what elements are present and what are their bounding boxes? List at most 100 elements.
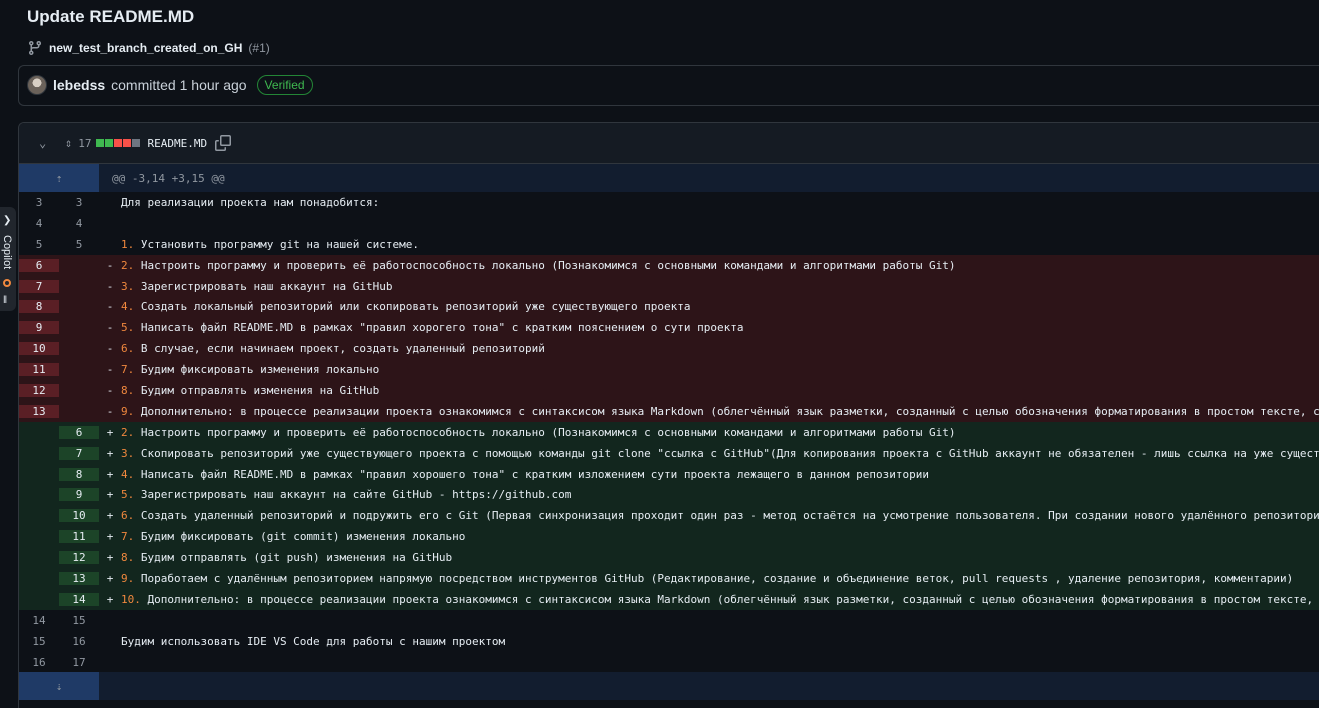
- diffstat: [96, 139, 141, 147]
- diff-line[interactable]: 7 -3. Зарегистрировать наш аккаунт на Git…: [19, 275, 1319, 297]
- diff-line[interactable]: 12 +8. Будим отправлять (git push) измене…: [19, 547, 1319, 569]
- old-line-number[interactable]: 16: [19, 656, 59, 669]
- avatar[interactable]: [27, 75, 47, 95]
- expand-down-icon[interactable]: ⇣: [19, 672, 99, 701]
- diff-line[interactable]: 11 -7. Будим фиксировать изменения локаль…: [19, 359, 1319, 381]
- old-line-number[interactable]: 10: [19, 342, 59, 356]
- side-tab-label: Copilot: [1, 235, 13, 270]
- copy-icon[interactable]: [215, 135, 232, 151]
- old-line-number[interactable]: 15: [19, 635, 59, 648]
- list-marker: 2.: [121, 258, 135, 272]
- list-marker: 3.: [121, 446, 135, 460]
- commit-time: committed 1 hour ago: [111, 77, 247, 93]
- diff-line[interactable]: 14 15: [19, 610, 1319, 631]
- list-marker: 1.: [121, 237, 135, 251]
- line-text: Установить программу git на нашей систем…: [134, 237, 420, 251]
- new-line-number[interactable]: 15: [59, 614, 99, 627]
- new-line-number[interactable]: 12: [59, 551, 99, 565]
- new-line-number[interactable]: 10: [59, 509, 99, 523]
- old-line-number[interactable]: 13: [19, 404, 59, 418]
- author-link[interactable]: lebedss: [53, 77, 105, 93]
- new-line-number[interactable]: 11: [59, 530, 99, 544]
- diff-line[interactable]: 8 +4. Написать файл README.MD в рамках "п…: [19, 463, 1319, 485]
- diffstat-square: [96, 139, 105, 147]
- line-text: Будим фиксировать изменения локально: [134, 363, 380, 377]
- commit-title: Update README.MD: [27, 7, 195, 26]
- hunk-footer-row: ⇣: [19, 672, 1319, 701]
- new-line-number[interactable]: 7: [59, 446, 99, 460]
- diff-sign: -: [106, 279, 114, 293]
- line-content: 6. Создать удаленный репозиторий и подру…: [121, 509, 1319, 522]
- diff-line[interactable]: 8 -4. Создать локальный репозиторий или с…: [19, 296, 1319, 318]
- diff-line[interactable]: 5 5 1. Установить программу git на нашей с…: [19, 234, 1319, 255]
- unfold-icon[interactable]: ⇕: [65, 136, 72, 150]
- diff-line[interactable]: 15 16 Будим использовать IDE VS Code для р…: [19, 631, 1319, 652]
- diff-sign: +: [106, 425, 114, 439]
- file-header: ⌄ ⇕ 17 README.MD: [19, 123, 1319, 164]
- list-marker: 9.: [121, 404, 135, 418]
- verified-badge[interactable]: Verified: [256, 75, 313, 95]
- old-line-number[interactable]: 14: [19, 614, 59, 627]
- copilot-side-tab[interactable]: ❯ Copilot ‖: [0, 207, 16, 311]
- list-marker: 5.: [121, 321, 135, 335]
- line-text: Зарегистрировать наш аккаунт на GitHub: [134, 279, 393, 293]
- pr-link[interactable]: (#1): [248, 41, 269, 55]
- diff-line[interactable]: 9 +5. Зарегистрировать наш аккаунт на сай…: [19, 484, 1319, 506]
- new-line-number[interactable]: 9: [59, 488, 99, 502]
- diff-line[interactable]: 13 +9. Поработаем с удалённым репозиторие…: [19, 568, 1319, 589]
- line-content: 5. Зарегистрировать наш аккаунт на сайте…: [121, 488, 1319, 501]
- diff-sign: +: [106, 530, 114, 544]
- diff-line[interactable]: 10 -6. В случае, если начинаем проект, со…: [19, 338, 1319, 360]
- new-line-number[interactable]: 8: [59, 467, 99, 481]
- line-content: 3. Скопировать репозиторий уже существую…: [121, 447, 1319, 460]
- diff-line[interactable]: 9 -5. Написать файл README.MD в рамках "п…: [19, 317, 1319, 339]
- file-name[interactable]: README.MD: [147, 137, 207, 150]
- diff-line[interactable]: 10 +6. Создать удаленный репозиторий и по…: [19, 505, 1319, 527]
- new-line-number[interactable]: 5: [59, 238, 99, 251]
- file-diff: ⌄ ⇕ 17 README.MD ⇡ @@ -3,14 +3,15 @@ 33 Д…: [18, 122, 1319, 708]
- diffstat-square: [132, 139, 141, 147]
- diff-sign: +: [106, 571, 114, 585]
- diff-line[interactable]: 6 +2. Настроить программу и проверить её …: [19, 421, 1319, 443]
- line-text: Написать файл README.MD в рамках "правил…: [134, 467, 929, 481]
- old-line-number[interactable]: 3: [19, 196, 59, 209]
- chevron-down-icon[interactable]: ⌄: [39, 136, 53, 150]
- diff-line[interactable]: 3 3 Для реализации проекта нам понадобится…: [19, 192, 1319, 213]
- diff-line[interactable]: 16 17: [19, 652, 1319, 673]
- diff-line[interactable]: 7 +3. Скопировать репозиторий уже существ…: [19, 442, 1319, 464]
- list-marker: 8.: [121, 383, 135, 397]
- line-text: Для реализации проекта нам понадобится:: [121, 195, 380, 209]
- old-line-number[interactable]: 9: [19, 321, 59, 335]
- line-content: 1. Установить программу git на нашей сис…: [121, 238, 1319, 251]
- new-line-number[interactable]: 17: [59, 656, 99, 669]
- line-text: Дополнительно: в процессе реализации про…: [134, 404, 1319, 418]
- new-line-number[interactable]: 16: [59, 635, 99, 648]
- new-line-number[interactable]: 14: [59, 592, 99, 606]
- expand-up-icon[interactable]: ⇡: [19, 164, 99, 192]
- old-line-number[interactable]: 5: [19, 238, 59, 251]
- old-line-number[interactable]: 7: [19, 279, 59, 293]
- git-branch-icon: [29, 40, 41, 56]
- old-line-number[interactable]: 6: [19, 258, 59, 272]
- new-line-number[interactable]: 13: [59, 571, 99, 585]
- diff-line[interactable]: 11 +7. Будим фиксировать (git commit) изм…: [19, 526, 1319, 548]
- diff-line[interactable]: 12 -8. Будим отправлять изменения на GitH…: [19, 380, 1319, 401]
- diff-sign: +: [106, 467, 114, 481]
- diff-line[interactable]: 14 +10. Дополнительно: в процессе реализа…: [19, 588, 1319, 610]
- branch-link[interactable]: new_test_branch_created_on_GH: [49, 41, 242, 55]
- line-text: Скопировать репозиторий уже существующег…: [134, 446, 1319, 460]
- new-line-number[interactable]: 6: [59, 425, 99, 439]
- old-line-number[interactable]: 4: [19, 217, 59, 230]
- old-line-number[interactable]: 11: [19, 363, 59, 377]
- line-text: Написать файл README.MD в рамках "правил…: [134, 321, 744, 335]
- old-line-number[interactable]: 12: [19, 383, 59, 397]
- new-line-number[interactable]: 3: [59, 196, 99, 209]
- diffstat-square: [114, 139, 123, 147]
- diff-line[interactable]: 44: [19, 213, 1319, 234]
- diff-line[interactable]: 13 -9. Дополнительно: в процессе реализац…: [19, 400, 1319, 422]
- list-marker: 8.: [121, 551, 135, 565]
- old-line-number[interactable]: 8: [19, 300, 59, 314]
- new-line-number[interactable]: 4: [59, 217, 99, 230]
- line-text: Будим отправлять (git push) изменения на…: [134, 551, 453, 565]
- diff-line[interactable]: 6 -2. Настроить программу и проверить её …: [19, 254, 1319, 276]
